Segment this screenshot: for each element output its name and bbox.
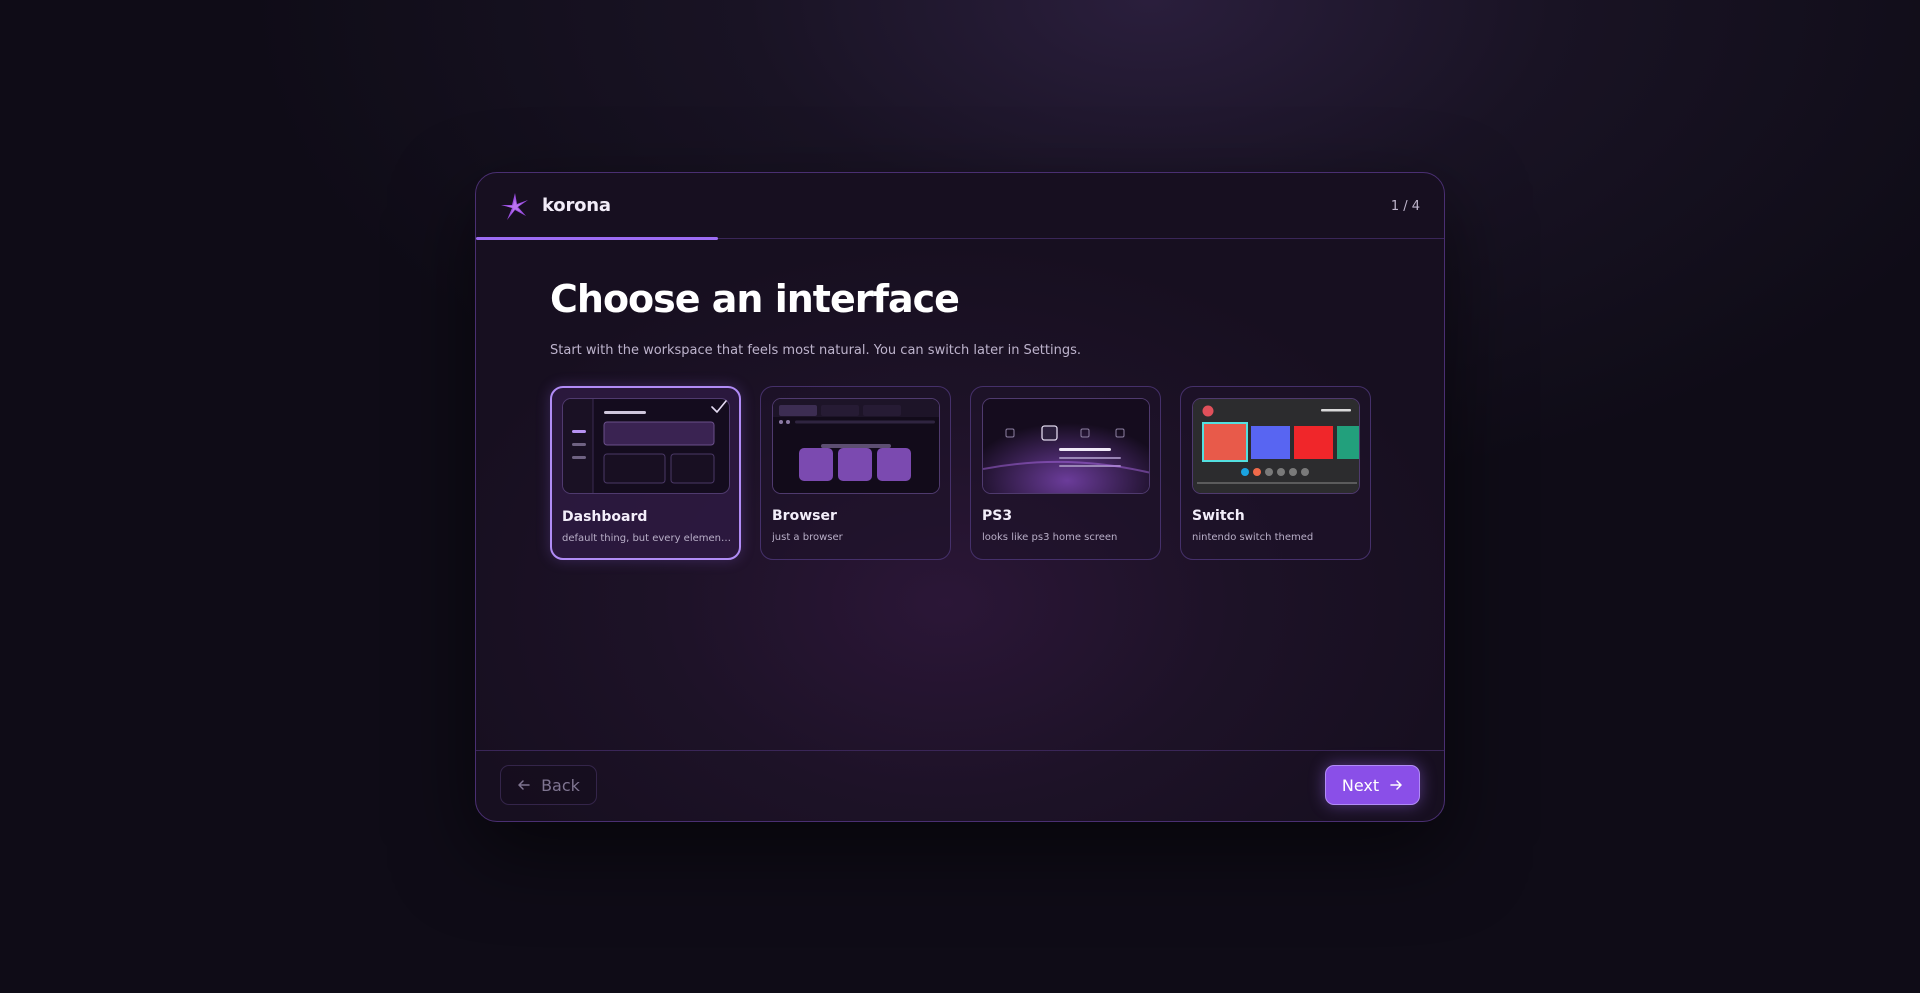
option-card-ps3[interactable]: PS3 looks like ps3 home screen <box>970 386 1161 560</box>
page-subtitle: Start with the workspace that feels most… <box>550 343 1082 358</box>
back-button[interactable]: Back <box>500 765 597 805</box>
modal-header: korona 1 / 4 <box>476 173 1444 240</box>
option-description: nintendo switch themed <box>1192 532 1314 543</box>
interface-options: Dashboard default thing, but every eleme… <box>550 386 1371 560</box>
next-button-label: Next <box>1341 775 1380 795</box>
selected-check-icon <box>711 400 727 413</box>
progress-bar-fill <box>476 237 718 240</box>
dashboard-preview <box>562 398 730 494</box>
page-title: Choose an interface <box>550 277 960 321</box>
option-name: Browser <box>772 508 837 524</box>
back-button-label: Back <box>541 775 580 795</box>
ps3-preview <box>982 398 1150 494</box>
option-name: Dashboard <box>562 509 648 525</box>
korona-logo-icon <box>501 193 528 220</box>
option-description: looks like ps3 home screen <box>982 532 1118 543</box>
option-card-switch[interactable]: Switch nintendo switch themed <box>1180 386 1371 560</box>
option-description: default thing, but every element is a wi… <box>562 533 734 544</box>
option-description: just a browser <box>772 532 843 543</box>
progress-bar <box>476 237 1444 240</box>
modal-footer: Back Next <box>476 750 1444 821</box>
arrow-left-icon <box>518 780 530 790</box>
option-card-dashboard[interactable]: Dashboard default thing, but every eleme… <box>550 386 741 560</box>
arrow-right-icon <box>1390 780 1402 790</box>
browser-preview <box>772 398 940 494</box>
onboarding-modal: korona 1 / 4 Choose an interface Start w… <box>475 172 1445 822</box>
option-card-browser[interactable]: Browser just a browser <box>760 386 951 560</box>
switch-preview <box>1192 398 1360 494</box>
step-indicator: 1 / 4 <box>1390 199 1420 214</box>
option-name: PS3 <box>982 508 1013 524</box>
app-name: korona <box>542 195 611 216</box>
next-button[interactable]: Next <box>1325 765 1420 805</box>
option-name: Switch <box>1192 508 1245 524</box>
